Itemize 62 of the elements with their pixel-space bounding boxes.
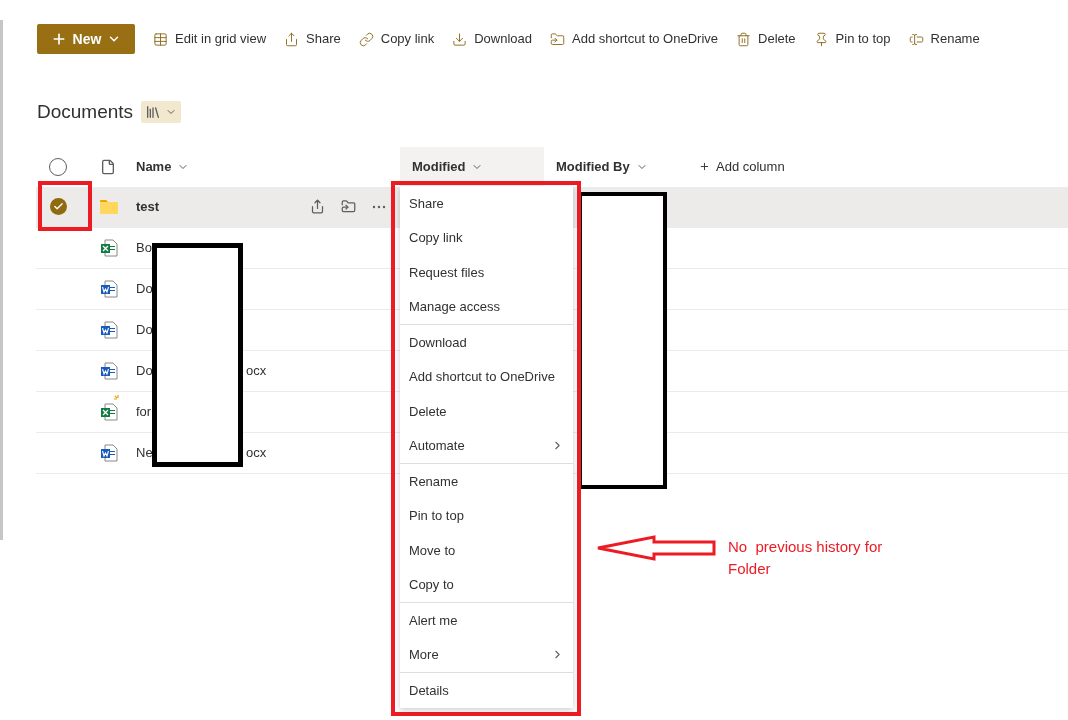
- menu-item[interactable]: Copy link: [400, 220, 573, 255]
- document-file-icon: [100, 279, 118, 298]
- document-file-icon: [100, 361, 118, 380]
- column-header[interactable]: Name: [124, 146, 400, 187]
- trash-icon: [736, 31, 751, 47]
- document-file-icon: [100, 320, 118, 339]
- plus-icon: [699, 161, 710, 172]
- more-icon[interactable]: [372, 204, 386, 209]
- toolbar-button[interactable]: Rename: [908, 29, 980, 49]
- new-button[interactable]: New: [37, 24, 135, 54]
- document-file-icon: [100, 443, 118, 462]
- pin-icon: [813, 31, 829, 47]
- toolbar-button[interactable]: Copy link: [358, 29, 435, 49]
- menu-item[interactable]: Rename: [400, 464, 573, 499]
- menu-item[interactable]: Pin to top: [400, 498, 573, 533]
- folder-link-icon[interactable]: [341, 199, 356, 214]
- spreadsheet-file-icon: [100, 402, 118, 421]
- file-name[interactable]: ocx: [246, 442, 267, 463]
- file-name[interactable]: for: [136, 401, 152, 422]
- toolbar-button[interactable]: Pin to top: [813, 29, 891, 49]
- file-name[interactable]: Ne: [136, 442, 153, 463]
- share-icon: [284, 31, 300, 47]
- folder-icon: [100, 199, 118, 214]
- column-header[interactable]: Add column: [687, 146, 887, 187]
- annotation-text: No previous history for Folder: [728, 537, 884, 579]
- file-name[interactable]: Bo: [136, 237, 152, 258]
- menu-item[interactable]: Automate: [400, 428, 573, 463]
- file-name[interactable]: test: [136, 196, 160, 217]
- toolbar-button[interactable]: Add shortcut to OneDrive: [550, 29, 718, 49]
- menu-item[interactable]: Request files: [400, 255, 573, 290]
- library-title: Documents: [37, 100, 134, 124]
- view-switcher-button[interactable]: [141, 101, 182, 124]
- folder-link-icon: [550, 31, 566, 47]
- share-icon[interactable]: [310, 199, 325, 214]
- toolbar-button[interactable]: Edit in grid view: [153, 29, 267, 49]
- spreadsheet-file-icon: [100, 238, 118, 257]
- menu-item[interactable]: Alert me: [400, 603, 573, 638]
- highlight-frame: [38, 181, 92, 231]
- file-type-icon: [100, 158, 116, 175]
- menu-item[interactable]: Delete: [400, 394, 573, 429]
- column-header[interactable]: Modified: [400, 146, 544, 187]
- file-name[interactable]: ocx: [246, 360, 267, 381]
- file-name[interactable]: Do: [136, 360, 153, 381]
- file-name[interactable]: Do: [136, 319, 153, 340]
- menu-item[interactable]: Share: [400, 186, 573, 221]
- column-header[interactable]: Modified By: [544, 146, 687, 187]
- menu-item[interactable]: Download: [400, 325, 573, 360]
- menu-item[interactable]: Move to: [400, 533, 573, 568]
- menu-item[interactable]: Add shortcut to OneDrive: [400, 359, 573, 394]
- toolbar-button[interactable]: Share: [284, 29, 341, 49]
- toolbar-button[interactable]: Download: [452, 29, 533, 49]
- file-name[interactable]: Do: [136, 278, 153, 299]
- grid-icon: [153, 31, 168, 47]
- menu-item[interactable]: Copy to: [400, 567, 573, 602]
- download-icon: [452, 31, 468, 47]
- library-icon: [145, 104, 162, 121]
- menu-item[interactable]: Details: [400, 673, 573, 708]
- text-cursor-icon: [908, 31, 924, 47]
- menu-item[interactable]: More: [400, 637, 573, 672]
- menu-item[interactable]: Manage access: [400, 289, 573, 324]
- link-icon: [358, 31, 374, 47]
- toolbar-button[interactable]: Delete: [736, 29, 796, 49]
